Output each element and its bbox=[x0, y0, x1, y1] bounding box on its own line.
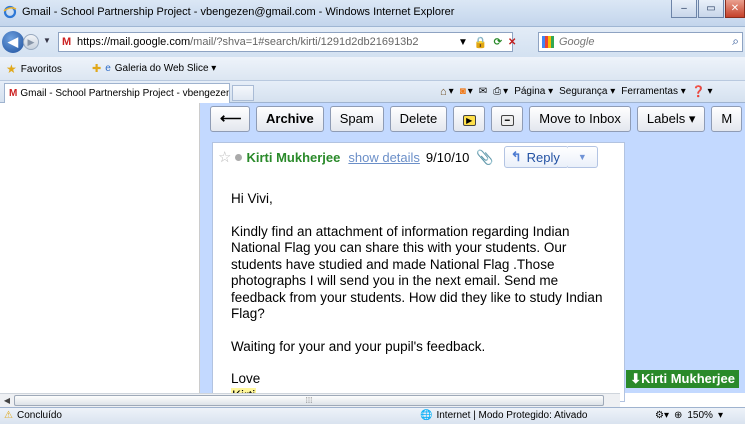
favorites-bar: ★ Favoritos ✚ e Galeria do Web Slice ▾ bbox=[0, 57, 745, 81]
security-menu[interactable]: Segurança ▾ bbox=[559, 86, 615, 97]
gmail-conversation: ⟵ Archive Spam Delete ▶ ━ Move to Inbox … bbox=[200, 103, 745, 403]
url-text: https://mail.google.com/mail/?shva=1#sea… bbox=[77, 36, 419, 48]
internet-explorer-icon bbox=[3, 5, 17, 19]
zoom-control[interactable]: ⚙▾ ⊕ 150% ▾ bbox=[655, 410, 723, 421]
minimize-button[interactable]: – bbox=[671, 0, 697, 18]
more-actions-button[interactable]: M bbox=[711, 106, 743, 132]
rss-icon: ◙ bbox=[459, 86, 466, 97]
body-paragraph-1: Kindly find an attachment of information… bbox=[231, 223, 603, 322]
ie-page-icon: e bbox=[105, 63, 111, 74]
close-window-button[interactable]: ✕ bbox=[725, 0, 745, 18]
add-label-icon: ▶ bbox=[462, 115, 476, 126]
gmail-favicon-icon: M bbox=[62, 36, 72, 48]
reply-button[interactable]: ↰ Reply bbox=[503, 146, 569, 168]
mail-icon: ✉ bbox=[478, 86, 488, 97]
horizontal-scrollbar[interactable]: ◀ ⁞⁞⁞ bbox=[0, 393, 620, 407]
url-dropdown-icon[interactable]: ▼ bbox=[458, 37, 468, 48]
new-tab-button[interactable] bbox=[232, 85, 254, 101]
page-menu[interactable]: Página ▾ bbox=[514, 86, 553, 97]
reply-arrow-icon: ↰ bbox=[510, 149, 522, 164]
body-paragraph-2: Waiting for your and your pupil's feedba… bbox=[231, 338, 486, 354]
greeting: Hi Vivi, bbox=[231, 191, 273, 206]
help-icon: ❓ bbox=[691, 86, 706, 98]
sender-name[interactable]: Kirti Mukherjee bbox=[246, 150, 340, 165]
star-icon[interactable]: ☆ bbox=[218, 148, 231, 166]
favorites-star-icon: ★ bbox=[6, 62, 17, 76]
web-slice-gallery[interactable]: ✚ e Galeria do Web Slice ▾ bbox=[92, 62, 216, 75]
remove-icon: ━ bbox=[500, 115, 514, 126]
status-done: ⚠ Concluído bbox=[4, 410, 62, 421]
zoom-icon: ⊕ bbox=[673, 410, 683, 421]
message-header: ☆ Kirti Mukherjee show details 9/10/10 📎… bbox=[213, 143, 624, 171]
tab-gmail[interactable]: M Gmail - School Partnership Project - vb… bbox=[4, 83, 230, 103]
window-title-bar: Gmail - School Partnership Project - vbe… bbox=[0, 0, 745, 27]
window-title: Gmail - School Partnership Project - vbe… bbox=[22, 6, 455, 18]
maximize-button[interactable]: ▭ bbox=[698, 0, 724, 18]
favorites-button[interactable]: ★ Favoritos bbox=[6, 62, 62, 76]
mail-button[interactable]: ✉ bbox=[479, 86, 487, 97]
add-favorite-icon: ✚ bbox=[92, 63, 102, 75]
lock-icon[interactable]: 🔒 bbox=[474, 36, 488, 49]
message-body: Hi Vivi, Kindly find an attachment of in… bbox=[231, 191, 611, 404]
security-zone[interactable]: 🌐 Internet | Modo Protegido: Ativado bbox=[420, 410, 587, 421]
back-arrow-icon: ◀ bbox=[8, 34, 18, 49]
feeds-button[interactable]: ◙ ▾ bbox=[460, 86, 473, 97]
page-content: ⟵ Archive Spam Delete ▶ ━ Move to Inbox … bbox=[0, 103, 745, 403]
window-controls: – ▭ ✕ bbox=[670, 0, 745, 20]
tools-menu[interactable]: Ferramentas ▾ bbox=[621, 86, 685, 97]
print-icon: ⎙ bbox=[493, 86, 502, 97]
show-details-link[interactable]: show details bbox=[348, 150, 420, 165]
scrollbar-thumb[interactable]: ⁞⁞⁞ bbox=[14, 395, 604, 406]
search-box[interactable]: Google ⌕ bbox=[538, 32, 743, 52]
address-bar[interactable]: M https://mail.google.com/mail/?shva=1#s… bbox=[58, 32, 513, 52]
command-bar: ⌂ ▾ ◙ ▾ ✉ ⎙ ▾ Página ▾ Segurança ▾ Ferramen… bbox=[440, 85, 713, 99]
mark-unimportant-button[interactable]: ━ bbox=[491, 106, 524, 132]
zoom-dropdown-icon[interactable]: ▾ bbox=[718, 410, 723, 421]
tab-bar: M Gmail - School Partnership Project - vb… bbox=[0, 81, 745, 103]
left-pane bbox=[0, 103, 200, 393]
status-bar: ⚠ Concluído 🌐 Internet | Modo Protegido:… bbox=[0, 407, 745, 424]
back-to-list-button[interactable]: ⟵ bbox=[210, 106, 250, 132]
mark-important-button[interactable]: ▶ bbox=[453, 106, 486, 132]
forward-button[interactable]: ▶ bbox=[23, 34, 39, 50]
delete-button[interactable]: Delete bbox=[389, 106, 448, 132]
print-button[interactable]: ⎙ ▾ bbox=[493, 86, 508, 97]
history-dropdown-icon[interactable]: ▼ bbox=[43, 36, 51, 45]
gmail-tab-icon: M bbox=[9, 88, 18, 99]
address-tools: ▼ 🔒 ⟳ ✕ bbox=[458, 32, 516, 52]
message-date: 9/10/10 bbox=[425, 149, 470, 165]
back-button[interactable]: ◀ bbox=[2, 31, 24, 53]
move-to-inbox-button[interactable]: Move to Inbox bbox=[529, 106, 631, 132]
refresh-icon[interactable]: ⟳ bbox=[494, 37, 502, 48]
forward-arrow-icon: ▶ bbox=[27, 37, 35, 47]
help-menu[interactable]: ❓ ▾ bbox=[692, 85, 713, 98]
floating-sender-label[interactable]: ⬇Kirti Mukherjee bbox=[626, 370, 739, 388]
spam-button[interactable]: Spam bbox=[329, 106, 384, 132]
google-icon bbox=[542, 36, 554, 48]
home-button[interactable]: ⌂ ▾ bbox=[440, 86, 454, 98]
message-card: ☆ Kirti Mukherjee show details 9/10/10 📎… bbox=[212, 142, 625, 404]
closing: Love bbox=[231, 371, 261, 386]
home-icon: ⌂ bbox=[440, 85, 447, 98]
reply-options-dropdown[interactable]: ▼ bbox=[567, 146, 598, 168]
paperclip-icon: 📎 bbox=[476, 148, 494, 165]
scroll-left-icon[interactable]: ◀ bbox=[1, 395, 13, 407]
search-input[interactable]: Google bbox=[559, 36, 594, 48]
gmail-toolbar: ⟵ Archive Spam Delete ▶ ━ Move to Inbox … bbox=[210, 106, 743, 136]
labels-button[interactable]: Labels ▾ bbox=[636, 106, 706, 132]
protected-mode-icon: ⚙▾ bbox=[655, 410, 669, 421]
warning-icon: ⚠ bbox=[4, 410, 13, 421]
search-icon[interactable]: ⌕ bbox=[732, 34, 739, 49]
archive-button[interactable]: Archive bbox=[256, 106, 324, 132]
address-toolbar: ◀ ▶ ▼ M https://mail.google.com/mail/?sh… bbox=[0, 27, 745, 57]
stop-icon[interactable]: ✕ bbox=[508, 37, 516, 48]
globe-icon: 🌐 bbox=[420, 410, 433, 421]
zoom-level: 150% bbox=[687, 410, 713, 421]
presence-dot-icon bbox=[235, 153, 243, 161]
